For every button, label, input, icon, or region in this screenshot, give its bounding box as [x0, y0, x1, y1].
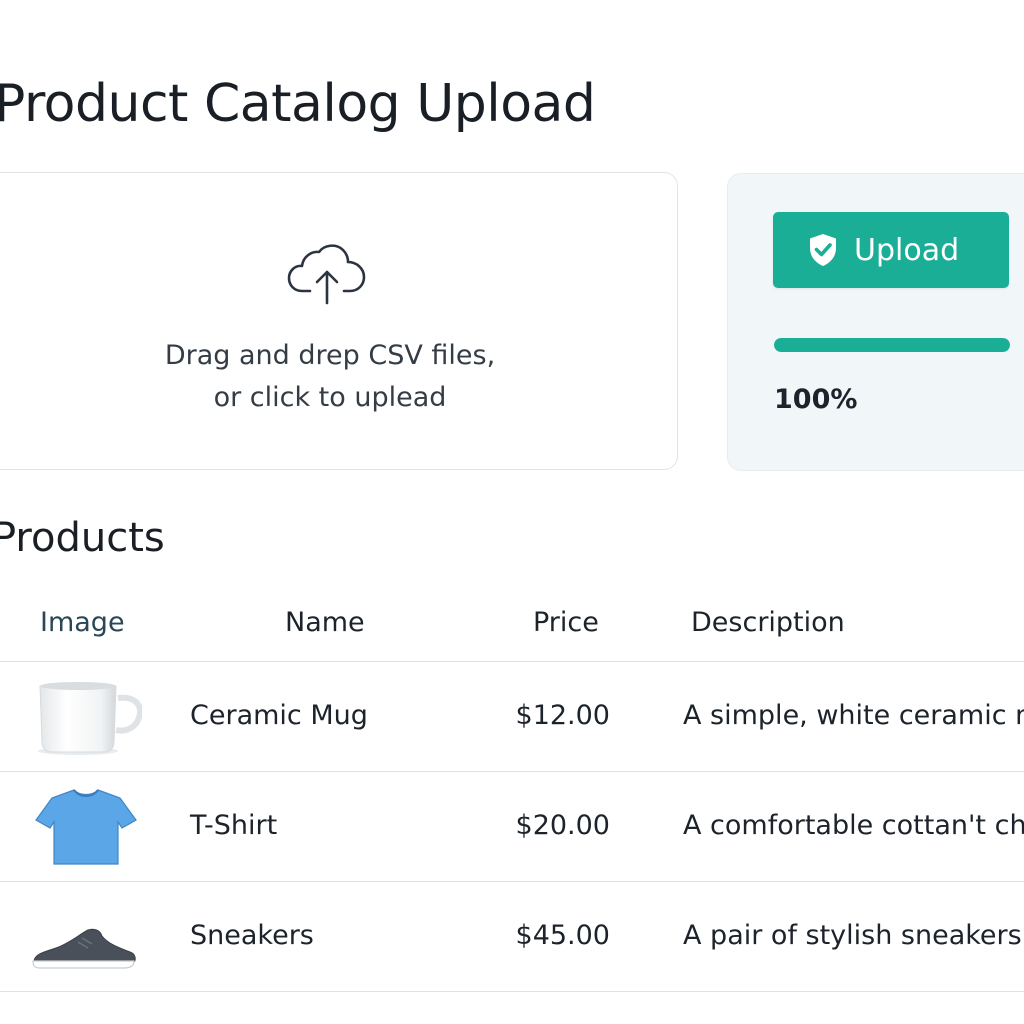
sneaker-image	[32, 928, 136, 969]
page-title: Product Catalog Upload	[0, 74, 596, 134]
product-description: A simple, white ceramic me	[683, 700, 1024, 731]
column-header-description[interactable]: Description	[691, 607, 845, 638]
cloud-upload-icon	[287, 244, 366, 305]
table-row[interactable]: Ceramic Mug $12.00 A simple, white ceram…	[0, 662, 1024, 772]
product-description: A pair of stylish sneakers	[683, 920, 1022, 951]
products-table: Image Name Price Description Ceramic Mug…	[0, 590, 1024, 992]
products-table-header: Image Name Price Description	[0, 590, 1024, 662]
upload-progress-text: 100%	[774, 384, 858, 415]
products-heading: Products	[0, 515, 165, 561]
product-price: $45.00	[515, 920, 610, 951]
product-price: $12.00	[515, 700, 610, 731]
dropzone-instructions: Drag and drep CSV files, or click to upl…	[0, 335, 679, 419]
shield-check-icon	[810, 234, 836, 266]
product-name: Ceramic Mug	[190, 700, 368, 731]
column-header-price[interactable]: Price	[533, 607, 599, 638]
table-row[interactable]: Sneakers $45.00 A pair of stylish sneake…	[0, 882, 1024, 992]
column-header-image[interactable]: Image	[40, 607, 125, 638]
upload-button[interactable]: Upload	[773, 212, 1009, 288]
upload-panel: Upload 100%	[727, 173, 1024, 471]
product-name: Sneakers	[190, 920, 314, 951]
tshirt-image	[35, 789, 137, 865]
dropzone-line-2: or click to uplead	[213, 382, 447, 413]
product-price: $20.00	[515, 810, 610, 841]
mug-image	[38, 682, 142, 755]
csv-dropzone[interactable]: Drag and drep CSV files, or click to upl…	[0, 172, 678, 470]
upload-button-label: Upload	[854, 232, 960, 268]
upload-page: Product Catalog Upload Drag and drep CSV…	[0, 0, 1024, 1024]
product-description: A comfortable cottan't chic	[683, 810, 1024, 841]
product-name: T-Shirt	[190, 810, 278, 841]
column-header-name[interactable]: Name	[285, 607, 365, 638]
dropzone-line-1: Drag and drep CSV files,	[164, 340, 496, 371]
upload-progress-bar	[774, 338, 1010, 352]
table-row[interactable]: T-Shirt $20.00 A comfortable cottan't ch…	[0, 772, 1024, 882]
upload-progress-fill	[774, 338, 1010, 352]
